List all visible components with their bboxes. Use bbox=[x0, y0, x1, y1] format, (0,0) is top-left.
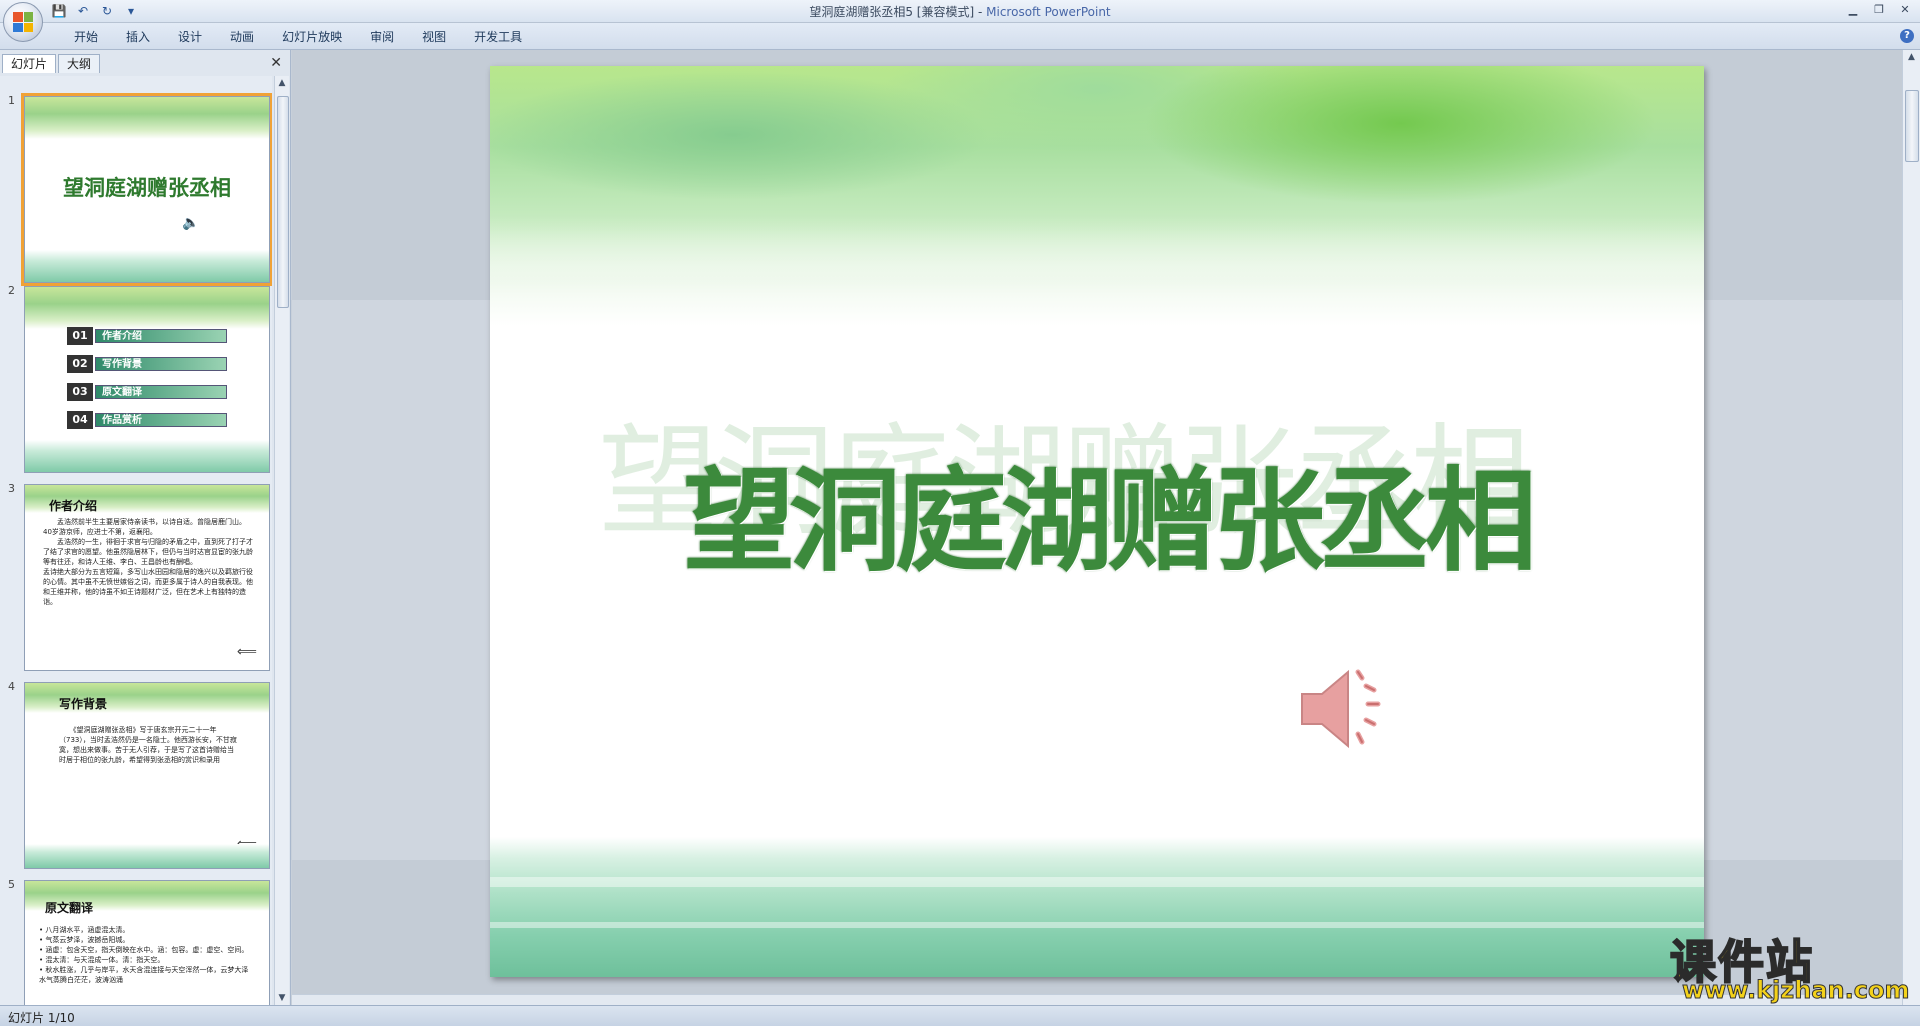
thumbnail-heading: 写作背景 bbox=[59, 697, 108, 711]
window-controls: ▁ ❐ ✕ bbox=[1842, 1, 1916, 17]
slide-thumbnail-3[interactable]: 作者介绍 孟浩然前半生主要居家侍亲读书，以诗自适。曾隐居鹿门山。40岁游京师，应… bbox=[24, 484, 270, 671]
tab-outline[interactable]: 大纲 bbox=[58, 54, 101, 73]
thumbnail-top-band bbox=[25, 287, 269, 329]
ribbon-tabs: 开始 插入 设计 动画 幻灯片放映 审阅 视图 开发工具 bbox=[60, 28, 536, 46]
thumbnail-number: 3 bbox=[8, 482, 15, 495]
thumbnail-body: 《望洞庭湖赠张丞相》写于唐玄宗开元二十一年（733），当时孟浩然仍是一名隐士。他… bbox=[59, 726, 237, 764]
tab-insert[interactable]: 插入 bbox=[112, 28, 164, 46]
thumbnail-bottom-band bbox=[25, 440, 269, 472]
app-name: Microsoft PowerPoint bbox=[986, 5, 1111, 19]
thumbnail-heading: 原文翻译 bbox=[45, 901, 94, 915]
thumbnail-number: 4 bbox=[8, 680, 15, 693]
restore-icon[interactable]: ❐ bbox=[1868, 1, 1890, 17]
band-streak bbox=[490, 877, 1704, 887]
thumbnail-bottom-band bbox=[25, 250, 269, 282]
help-icon[interactable]: ? bbox=[1900, 29, 1914, 43]
editor-scrollbar[interactable]: ▲ bbox=[1902, 50, 1920, 1005]
close-icon[interactable]: ✕ bbox=[1894, 1, 1916, 17]
item-number: 04 bbox=[67, 411, 93, 429]
scrollbar-thumb[interactable] bbox=[277, 96, 289, 308]
thumbnail-bottom-band bbox=[25, 844, 269, 868]
pane-tabs: 幻灯片 大纲 ✕ bbox=[0, 52, 290, 74]
title-separator: - bbox=[974, 5, 987, 19]
thumbnail-heading: 作者介绍 bbox=[49, 499, 98, 513]
close-icon[interactable]: ✕ bbox=[270, 55, 282, 71]
minimize-icon[interactable]: ▁ bbox=[1842, 1, 1864, 17]
tab-home[interactable]: 开始 bbox=[60, 28, 112, 46]
band-streak bbox=[490, 922, 1704, 928]
current-slide[interactable]: 望洞庭湖赠张丞相 望洞庭湖赠张丞相 bbox=[490, 66, 1704, 977]
speaker-icon[interactable] bbox=[1298, 664, 1398, 754]
office-button[interactable] bbox=[3, 2, 43, 42]
tab-developer[interactable]: 开发工具 bbox=[460, 28, 536, 46]
item-number: 02 bbox=[67, 355, 93, 373]
item-label: 原文翻译 bbox=[95, 385, 227, 399]
thumbnail-scrollbar[interactable]: ▲ ▼ bbox=[274, 76, 289, 1005]
thumbnail-list: 1 望洞庭湖赠张丞相 🔈 2 01 作者介绍 02 写作背景 03 原文翻译 0… bbox=[0, 76, 272, 1005]
ribbon: 开始 插入 设计 动画 幻灯片放映 审阅 视图 开发工具 ? bbox=[0, 23, 1920, 50]
slide-editor: 望洞庭湖赠张丞相 望洞庭湖赠张丞相 bbox=[292, 50, 1902, 1005]
slide-thumbnail-1[interactable]: 望洞庭湖赠张丞相 🔈 bbox=[21, 93, 272, 286]
scrollbar-thumb[interactable] bbox=[1905, 90, 1919, 162]
watermark-url: www.kjzhan.com bbox=[1681, 976, 1910, 1005]
back-arrow-icon: ⟸ bbox=[236, 644, 257, 660]
thumbnail-number: 2 bbox=[8, 284, 15, 297]
tab-view[interactable]: 视图 bbox=[408, 28, 460, 46]
item-label: 作者介绍 bbox=[95, 329, 227, 343]
tab-slideshow[interactable]: 幻灯片放映 bbox=[268, 28, 356, 46]
office-logo-icon bbox=[13, 12, 33, 32]
slides-pane: 幻灯片 大纲 ✕ 1 望洞庭湖赠张丞相 🔈 2 01 作者介绍 02 写作背景 … bbox=[0, 50, 291, 1005]
title-bar: 💾 ↶ ↻ ▾ 望洞庭湖赠张丞相5 [兼容模式] - Microsoft Pow… bbox=[0, 0, 1920, 23]
slide-thumbnail-4[interactable]: 写作背景 《望洞庭湖赠张丞相》写于唐玄宗开元二十一年（733），当时孟浩然仍是一… bbox=[24, 682, 270, 869]
item-number: 03 bbox=[67, 383, 93, 401]
scroll-up-icon[interactable]: ▲ bbox=[275, 76, 289, 90]
slide-thumbnail-5[interactable]: 原文翻译 • 八月湖水平，涵虚混太清。 • 气蒸云梦泽，波撼岳阳城。 • 涵虚：… bbox=[24, 880, 270, 1005]
list-item: 02 写作背景 bbox=[67, 355, 227, 373]
item-number: 01 bbox=[67, 327, 93, 345]
item-label: 写作背景 bbox=[95, 357, 227, 371]
thumbnail-number: 5 bbox=[8, 878, 15, 891]
scroll-down-icon[interactable]: ▼ bbox=[275, 991, 289, 1005]
slide-counter: 幻灯片 1/10 bbox=[8, 1011, 75, 1025]
tab-animations[interactable]: 动画 bbox=[216, 28, 268, 46]
tab-review[interactable]: 审阅 bbox=[356, 28, 408, 46]
window-title: 望洞庭湖赠张丞相5 [兼容模式] - Microsoft PowerPoint bbox=[0, 3, 1920, 20]
tab-slides[interactable]: 幻灯片 bbox=[2, 54, 57, 73]
thumbnail-title: 望洞庭湖赠张丞相 bbox=[63, 175, 231, 200]
tab-design[interactable]: 设计 bbox=[164, 28, 216, 46]
thumbnail-body: • 八月湖水平，涵虚混太清。 • 气蒸云梦泽，波撼岳阳城。 • 涵虚：包含天空，… bbox=[39, 926, 249, 984]
list-item: 04 作品赏析 bbox=[67, 411, 227, 429]
slide-top-band-edge bbox=[490, 216, 1704, 326]
slide-title[interactable]: 望洞庭湖赠张丞相 bbox=[510, 431, 1704, 593]
scroll-up-icon[interactable]: ▲ bbox=[1903, 50, 1920, 64]
watermark-logo: 课件站 www.kjzhan.com bbox=[1669, 926, 1910, 1006]
list-item: 01 作者介绍 bbox=[67, 327, 227, 345]
document-title: 望洞庭湖赠张丞相5 [兼容模式] bbox=[809, 5, 975, 19]
thumbnail-body: 孟浩然前半生主要居家侍亲读书，以诗自适。曾隐居鹿门山。40岁游京师，应进士不第，… bbox=[43, 518, 253, 606]
thumbnail-number: 1 bbox=[8, 94, 15, 107]
thumbnail-top-band bbox=[25, 97, 269, 139]
status-bar: 幻灯片 1/10 bbox=[0, 1005, 1920, 1026]
item-label: 作品赏析 bbox=[95, 413, 227, 427]
speaker-icon: 🔈 bbox=[182, 215, 200, 231]
list-item: 03 原文翻译 bbox=[67, 383, 227, 401]
slide-bottom-band bbox=[490, 837, 1704, 977]
slide-thumbnail-2[interactable]: 01 作者介绍 02 写作背景 03 原文翻译 04 作品赏析 bbox=[24, 286, 270, 473]
